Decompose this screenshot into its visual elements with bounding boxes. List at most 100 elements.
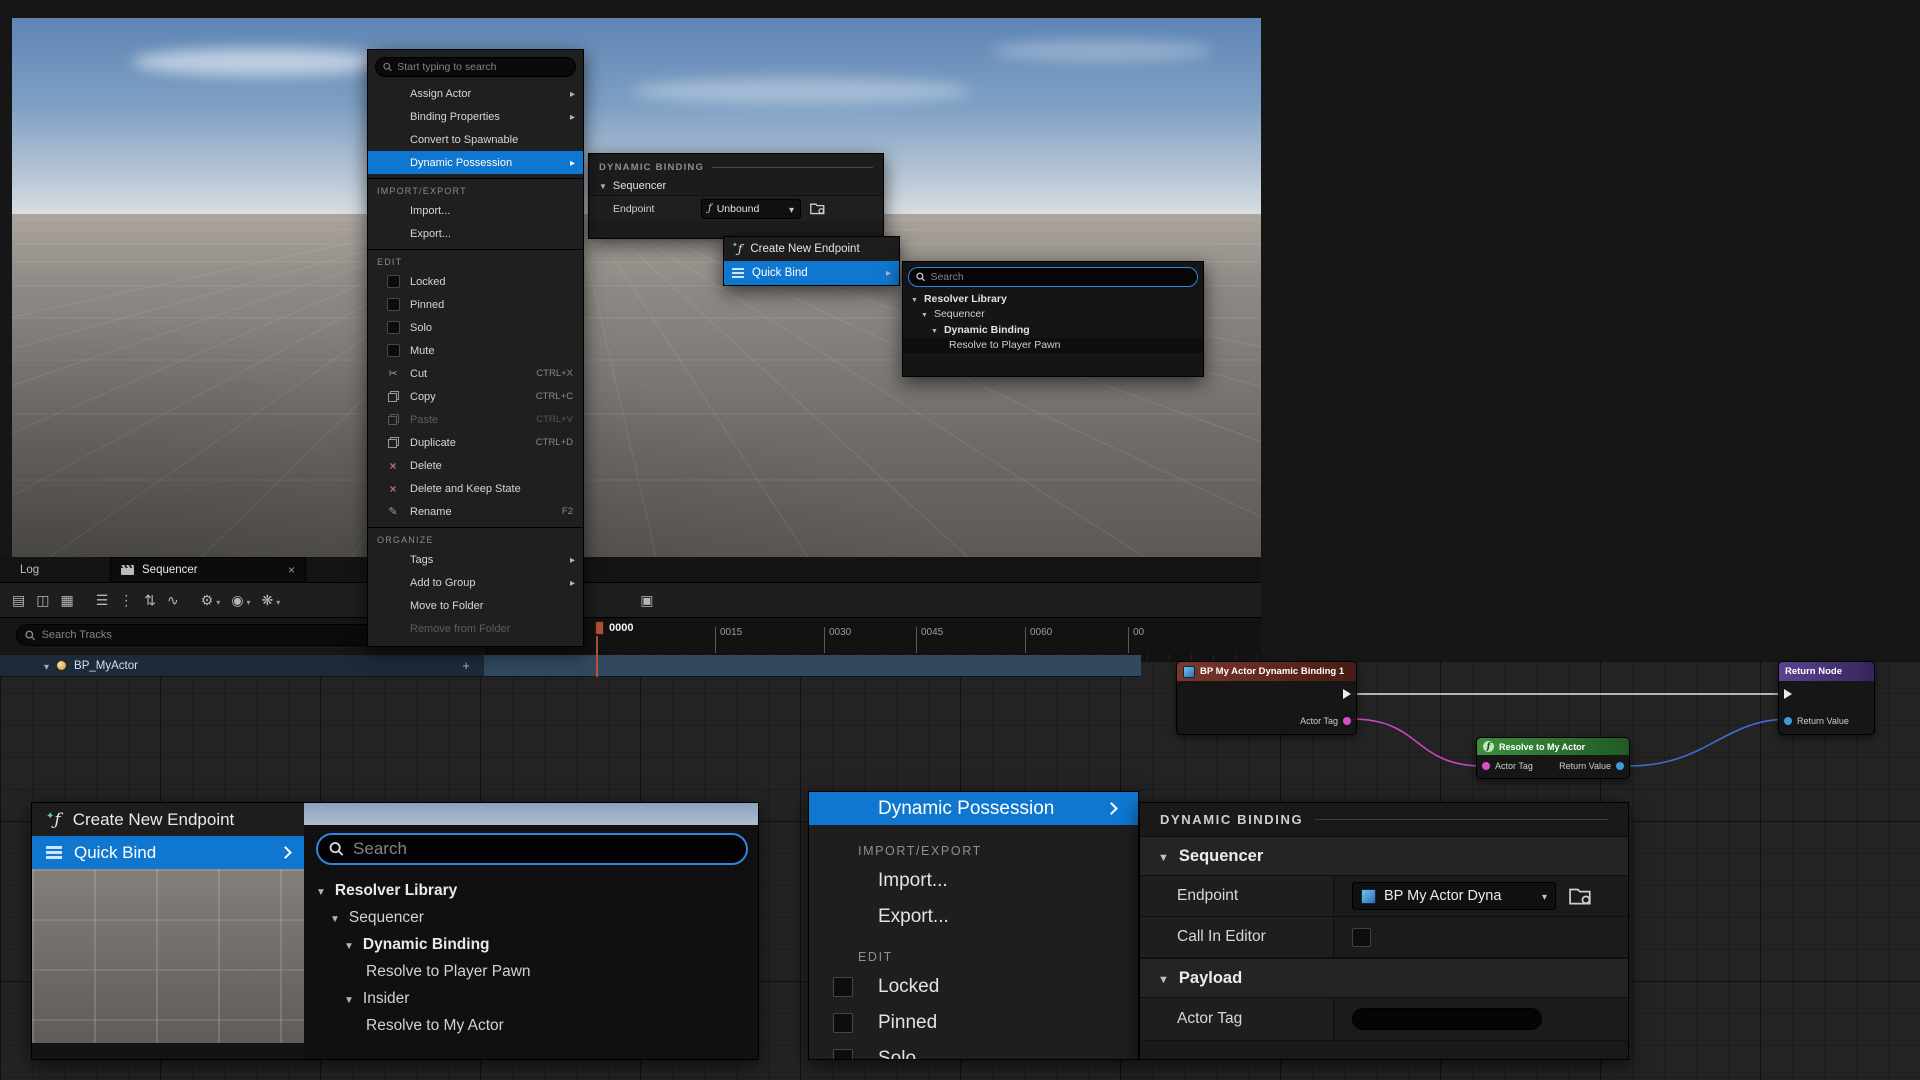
caret-icon[interactable] xyxy=(344,990,354,1008)
menu-item-delete[interactable]: Delete xyxy=(368,454,583,477)
caret-icon[interactable] xyxy=(1158,969,1169,988)
menu-item-binding-properties[interactable]: Binding Properties xyxy=(368,105,583,128)
menu-item-rename[interactable]: Rename F2 xyxy=(368,500,583,523)
caret-icon[interactable] xyxy=(911,293,918,305)
menu-item-duplicate[interactable]: Duplicate CTRL+D xyxy=(368,431,583,454)
exec-input-pin[interactable] xyxy=(1784,689,1792,699)
tree-item-sequencer[interactable]: Sequencer xyxy=(304,904,759,931)
menu-item-pinned[interactable]: Pinned xyxy=(809,1005,1138,1041)
tree-item-resolver-library[interactable]: Resolver Library xyxy=(304,877,759,904)
checkbox[interactable] xyxy=(833,977,853,997)
keyframe-icon[interactable] xyxy=(144,592,156,609)
tree-item-resolve-to-my-actor[interactable]: Resolve to My Actor xyxy=(304,1012,759,1039)
caret-icon[interactable] xyxy=(931,324,938,336)
caret-icon[interactable] xyxy=(44,657,49,675)
actor-tag-output[interactable]: Actor Tag xyxy=(1300,716,1351,726)
flyout-search-field[interactable] xyxy=(908,267,1198,287)
resolve-actor-tag-input[interactable]: Actor Tag xyxy=(1482,761,1533,771)
menu-item-quick-bind[interactable]: Quick Bind xyxy=(724,261,899,285)
caret-icon[interactable] xyxy=(921,308,928,320)
track-row[interactable]: BP_MyActor + xyxy=(0,655,1141,677)
return-value-pin-icon[interactable] xyxy=(1616,762,1624,770)
binding-node[interactable]: BP My Actor Dynamic Binding 1 Actor Tag xyxy=(1176,661,1357,735)
menu-item-convert-to-spawnable[interactable]: Convert to Spawnable xyxy=(368,128,583,151)
endpoint-dropdown[interactable]: BP My Actor Dyna xyxy=(1352,882,1556,910)
checkbox[interactable] xyxy=(387,275,400,288)
checkbox[interactable] xyxy=(387,344,400,357)
menu-item-locked[interactable]: Locked xyxy=(368,270,583,293)
menu-item-tags[interactable]: Tags xyxy=(368,548,583,571)
tab-sequencer[interactable]: Sequencer xyxy=(110,557,306,582)
category-sequencer[interactable]: Sequencer xyxy=(1140,836,1628,876)
actor-tag-pin-icon[interactable] xyxy=(1343,717,1351,725)
menu-item-quick-bind[interactable]: Quick Bind xyxy=(32,836,304,869)
menu-item-create-new-endpoint[interactable]: Create New Endpoint xyxy=(32,803,304,836)
tree-item-insider[interactable]: Insider xyxy=(304,985,759,1012)
menu-search-input[interactable] xyxy=(397,61,568,73)
browse-icon[interactable] xyxy=(1569,886,1593,906)
playhead-marker[interactable] xyxy=(595,621,604,635)
menu-item-move-to-folder[interactable]: Move to Folder xyxy=(368,594,583,617)
menu-item-create-new-endpoint[interactable]: Create New Endpoint xyxy=(724,237,899,261)
menu-item-solo[interactable]: Solo xyxy=(809,1041,1138,1060)
tree-item-sequencer[interactable]: Sequencer xyxy=(903,307,1203,323)
checkbox[interactable] xyxy=(387,321,400,334)
render-movie-icon[interactable] xyxy=(60,592,73,609)
menu-item-pinned[interactable]: Pinned xyxy=(368,293,583,316)
exec-output-pin[interactable] xyxy=(1343,689,1351,699)
caret-icon[interactable] xyxy=(330,909,340,927)
actor-tag-pin-icon[interactable] xyxy=(1482,762,1490,770)
flyout-search-field[interactable] xyxy=(316,833,748,865)
menu-item-assign-actor[interactable]: Assign Actor xyxy=(368,82,583,105)
menu-item-import[interactable]: Import... xyxy=(809,863,1138,899)
eye-icon[interactable] xyxy=(231,592,250,609)
curves-icon[interactable] xyxy=(167,592,179,609)
menu-item-dynamic-possession[interactable]: Dynamic Possession xyxy=(368,151,583,174)
menu-item-import[interactable]: Import... xyxy=(368,199,583,222)
menu-item-remove-from-folder[interactable]: Remove from Folder xyxy=(368,617,583,640)
playhead-line[interactable] xyxy=(596,636,598,677)
snap-grid-icon[interactable] xyxy=(640,592,653,609)
menu-item-export[interactable]: Export... xyxy=(368,222,583,245)
tab-log[interactable]: Log xyxy=(10,557,49,582)
list-icon[interactable] xyxy=(96,592,109,609)
return-node[interactable]: Return Node Return Value xyxy=(1778,661,1875,735)
add-track-button[interactable]: + xyxy=(462,658,470,673)
tree-item-dynamic-binding[interactable]: Dynamic Binding xyxy=(903,322,1203,338)
menu-item-solo[interactable]: Solo xyxy=(368,316,583,339)
checkbox[interactable] xyxy=(1352,928,1371,947)
menu-item-locked[interactable]: Locked xyxy=(809,969,1138,1005)
camera-icon[interactable] xyxy=(36,592,49,609)
menu-search-field[interactable] xyxy=(375,57,576,77)
menu-item-dynamic-possession[interactable]: Dynamic Possession xyxy=(809,792,1138,825)
checkbox[interactable] xyxy=(833,1049,853,1060)
caret-icon[interactable] xyxy=(599,180,607,192)
checkbox[interactable] xyxy=(833,1013,853,1033)
resolve-return-output[interactable]: Return Value xyxy=(1559,761,1624,771)
track-lane[interactable] xyxy=(484,655,1141,677)
tree-item-resolve-to-player-pawn[interactable]: Resolve to Player Pawn xyxy=(304,958,759,985)
menu-item-export[interactable]: Export... xyxy=(809,899,1138,935)
more-options-icon[interactable] xyxy=(119,592,133,609)
menu-item-paste[interactable]: Paste CTRL+V xyxy=(368,408,583,431)
track-header[interactable]: BP_MyActor + xyxy=(0,655,484,677)
category-payload[interactable]: Payload xyxy=(1140,958,1628,998)
return-value-input[interactable]: Return Value xyxy=(1784,716,1849,726)
resolve-node[interactable]: f Resolve to My Actor Actor Tag Return V… xyxy=(1476,737,1630,779)
menu-item-delete-and-keep-state[interactable]: Delete and Keep State xyxy=(368,477,583,500)
caret-icon[interactable] xyxy=(344,936,354,954)
browse-icon[interactable] xyxy=(810,202,826,215)
flyout-search-input[interactable] xyxy=(353,839,735,859)
menu-item-add-to-group[interactable]: Add to Group xyxy=(368,571,583,594)
fx-icon[interactable] xyxy=(262,592,281,609)
actor-tag-input[interactable] xyxy=(1352,1008,1542,1030)
flyout-search-input[interactable] xyxy=(930,271,1190,283)
caret-icon[interactable] xyxy=(1158,847,1169,866)
menu-item-cut[interactable]: Cut CTRL+X xyxy=(368,362,583,385)
endpoint-dropdown[interactable]: ƒ Unbound xyxy=(701,199,801,219)
checkbox[interactable] xyxy=(387,298,400,311)
tree-item-resolve-to-player-pawn[interactable]: Resolve to Player Pawn xyxy=(903,338,1203,354)
return-value-pin-icon[interactable] xyxy=(1784,717,1792,725)
caret-icon[interactable] xyxy=(316,882,326,900)
menu-item-mute[interactable]: Mute xyxy=(368,339,583,362)
